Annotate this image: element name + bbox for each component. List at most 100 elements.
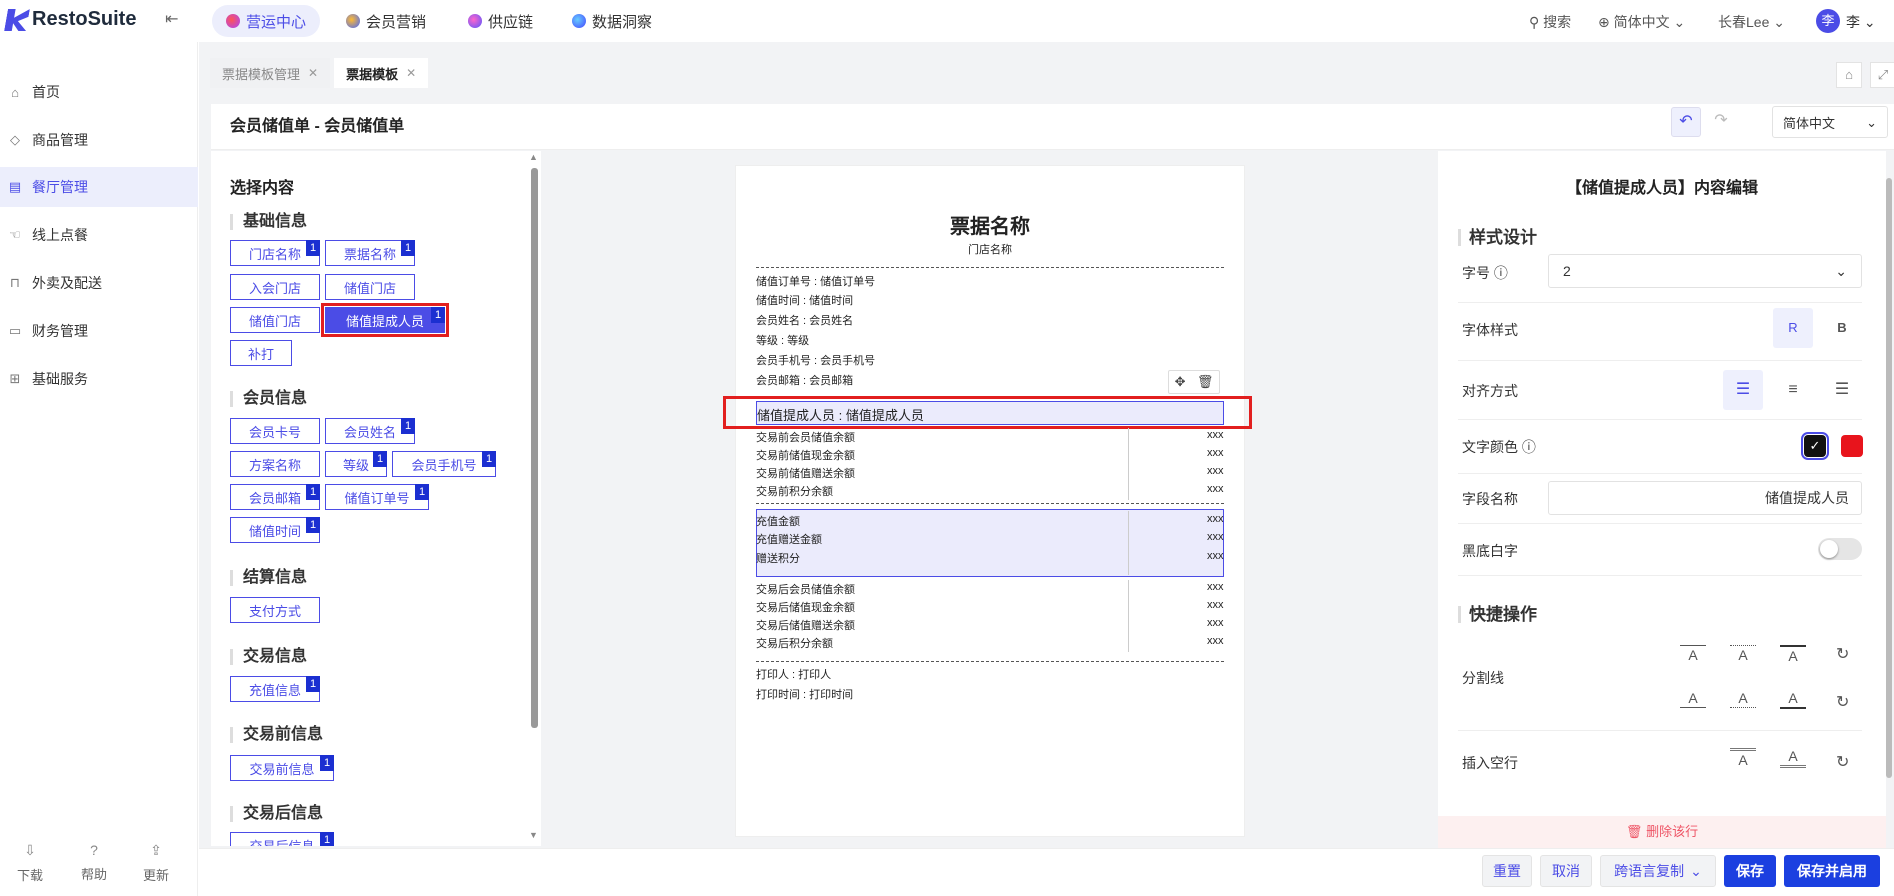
store-switch[interactable]: 长春Lee ⌄	[1718, 12, 1785, 32]
receipt-title[interactable]: 票据名称	[735, 210, 1245, 239]
help-button[interactable]: ? 帮助	[64, 842, 124, 883]
invert-toggle[interactable]	[1818, 538, 1862, 560]
redo-icon[interactable]: ↷	[1706, 107, 1736, 137]
update-button[interactable]: ⇪ 更新	[126, 842, 186, 884]
chip-member-name[interactable]: 会员姓名 1	[325, 418, 415, 444]
divider-dotted-top-button[interactable]: A	[1730, 645, 1756, 663]
collapse-menu-icon[interactable]: ⇤	[165, 12, 178, 28]
fullscreen-icon[interactable]: ⤢	[1870, 62, 1894, 88]
reset-button[interactable]: 重置	[1482, 855, 1532, 887]
sidebar-item-basic-services[interactable]: ⊞ 基础服务	[0, 359, 198, 399]
color-black-swatch[interactable]: ✓	[1801, 432, 1829, 460]
count-badge: 1	[482, 451, 496, 467]
chip-reprint[interactable]: 补打	[230, 340, 292, 366]
chip-plan-name[interactable]: 方案名称	[230, 451, 320, 477]
refresh-icon[interactable]: ↻	[1836, 752, 1849, 772]
chip-store-name[interactable]: 门店名称 1	[230, 240, 320, 266]
chip-after-info[interactable]: 交易后信息 1	[230, 832, 334, 846]
chip-topup-order-no[interactable]: 储值订单号 1	[325, 484, 429, 510]
language-switch[interactable]: ⊕ 简体中文 ⌄	[1598, 12, 1685, 32]
right-scrollbar[interactable]	[1884, 170, 1894, 790]
recharge-block[interactable]	[756, 509, 1224, 577]
close-icon[interactable]: ✕	[406, 66, 416, 80]
copy-language-button[interactable]: 跨语言复制 ⌄	[1600, 855, 1716, 887]
font-regular-button[interactable]: R	[1773, 308, 1813, 348]
nav-tab-operations[interactable]: 营运中心	[212, 5, 321, 37]
nav-tab-member-marketing[interactable]: 会员营销	[332, 5, 440, 37]
divider-dotted-bottom-button[interactable]: A	[1730, 690, 1756, 708]
sidebar-item-restaurant[interactable]: ▤ 餐厅管理	[0, 167, 198, 207]
refresh-icon[interactable]: ↻	[1836, 692, 1849, 712]
receipt-before-key: 交易前储值现金余额	[756, 450, 855, 462]
scroll-thumb[interactable]	[1886, 178, 1892, 778]
divider-solid-bottom-button[interactable]: A	[1680, 690, 1706, 708]
chip-receipt-name[interactable]: 票据名称 1	[325, 240, 415, 266]
align-left-icon[interactable]: ☰	[1723, 370, 1763, 410]
chip-commission-staff[interactable]: 储值提成人员 1	[321, 303, 449, 337]
chip-recharge-info[interactable]: 充值信息 1	[230, 676, 320, 702]
chip-member-phone[interactable]: 会员手机号 1	[392, 451, 496, 477]
trash-icon[interactable]: 🗑	[1197, 374, 1214, 390]
avatar[interactable]: 李	[1816, 9, 1840, 33]
left-scrollbar[interactable]: ▲ ▼	[528, 152, 540, 842]
chip-join-store[interactable]: 入会门店	[230, 274, 320, 300]
info-icon[interactable]: ⓘ	[1494, 266, 1508, 280]
cancel-button[interactable]: 取消	[1540, 855, 1592, 887]
refresh-icon[interactable]: ↻	[1836, 644, 1849, 664]
receipt-store-name[interactable]: 门店名称	[735, 241, 1245, 257]
chip-topup-store[interactable]: 储值门店	[325, 274, 415, 300]
receipt-line[interactable]: 打印人 : 打印人	[756, 666, 831, 682]
receipt-line[interactable]: 打印时间 : 打印时间	[756, 686, 853, 702]
nav-tab-data-insights[interactable]: 数据洞察	[558, 5, 666, 37]
font-bold-button[interactable]: B	[1822, 308, 1862, 348]
align-right-icon[interactable]: ☰	[1822, 370, 1862, 410]
chip-member-email[interactable]: 会员邮箱 1	[230, 484, 320, 510]
field-name-input[interactable]: 储值提成人员	[1548, 481, 1862, 515]
sidebar-item-delivery[interactable]: ⊓ 外卖及配送	[0, 263, 198, 303]
close-icon[interactable]: ✕	[308, 66, 318, 80]
save-button[interactable]: 保存	[1724, 855, 1776, 887]
template-language-select[interactable]: 简体中文 ⌄	[1772, 106, 1888, 138]
search-button[interactable]: ⚲ 搜索	[1529, 12, 1571, 32]
font-size-select[interactable]: 2 ⌄	[1548, 254, 1862, 288]
blank-line-above-button[interactable]: A	[1730, 748, 1756, 768]
receipt-line[interactable]: 储值时间 : 储值时间	[756, 292, 853, 308]
scroll-up-icon[interactable]: ▲	[529, 152, 538, 162]
page-tab-template[interactable]: 票据模板 ✕	[334, 58, 429, 88]
blank-line-below-button[interactable]: A	[1780, 748, 1806, 768]
info-icon[interactable]: ⓘ	[1522, 440, 1536, 454]
receipt-line[interactable]: 等级 : 等级	[756, 332, 809, 348]
align-center-icon[interactable]: ≡	[1773, 370, 1813, 410]
user-name[interactable]: 李 ⌄	[1846, 12, 1876, 32]
sidebar-item-home[interactable]: ⌂ 首页	[0, 72, 198, 112]
nav-tab-supply-chain[interactable]: 供应链	[454, 5, 547, 37]
chip-before-info[interactable]: 交易前信息 1	[230, 755, 334, 781]
undo-icon[interactable]: ↶	[1671, 107, 1701, 137]
sidebar-item-finance[interactable]: ▭ 财务管理	[0, 311, 198, 351]
scroll-down-icon[interactable]: ▼	[529, 830, 538, 840]
divider-bold-bottom-button[interactable]: A	[1780, 690, 1806, 709]
lock-icon[interactable]: ⌂	[1836, 62, 1862, 88]
divider-solid-top-button[interactable]: A	[1680, 645, 1706, 663]
page-tab-template-management[interactable]: 票据模板管理 ✕	[210, 58, 331, 88]
receipt-line[interactable]: 储值订单号 : 储值订单号	[756, 273, 875, 289]
chip-topup-time[interactable]: 储值时间 1	[230, 517, 320, 543]
move-icon[interactable]: ✥	[1175, 374, 1186, 390]
receipt-line[interactable]: 会员邮箱 : 会员邮箱	[756, 372, 853, 388]
chip-member-card[interactable]: 会员卡号	[230, 418, 320, 444]
receipt-line[interactable]: 会员姓名 : 会员姓名	[756, 312, 853, 328]
color-red-swatch[interactable]	[1841, 435, 1863, 457]
chip-level[interactable]: 等级 1	[325, 451, 387, 477]
save-enable-button[interactable]: 保存并启用	[1784, 855, 1880, 887]
divider-bold-top-button[interactable]: A	[1780, 645, 1806, 664]
download-button[interactable]: ⇩ 下载	[0, 842, 60, 884]
chip-topup-store-2[interactable]: 储值门店	[230, 307, 320, 333]
delete-row-button[interactable]: 🗑 删除该行	[1438, 816, 1886, 848]
scroll-thumb[interactable]	[531, 168, 538, 728]
sidebar-item-online-order[interactable]: ☜ 线上点餐	[0, 215, 198, 255]
receipt-line[interactable]: 会员手机号 : 会员手机号	[756, 352, 875, 368]
app-logo[interactable]: RestoSuite	[6, 8, 136, 31]
count-badge: 1	[431, 307, 445, 323]
sidebar-item-products[interactable]: ◇ 商品管理	[0, 120, 198, 160]
chip-payment-method[interactable]: 支付方式	[230, 597, 320, 623]
